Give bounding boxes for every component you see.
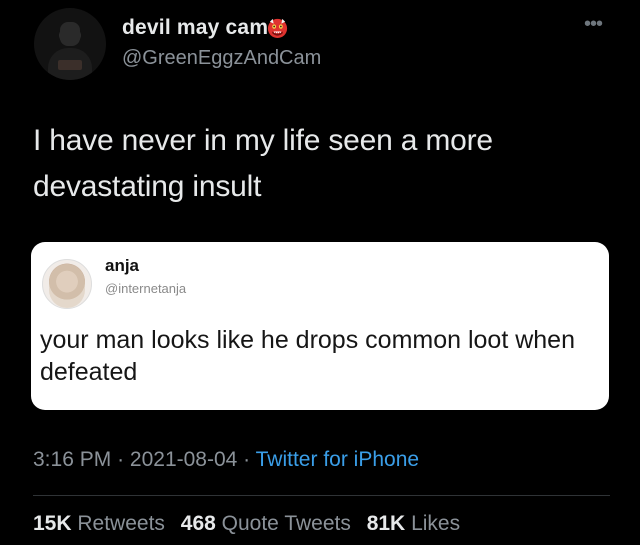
meta-separator: · xyxy=(117,448,125,471)
tweet: devil may cam @GreenEggzAndCam ••• I hav… xyxy=(0,0,640,545)
tweet-time: 3:16 PM xyxy=(33,448,112,471)
avatar-face xyxy=(60,22,80,46)
quoted-avatar-hair xyxy=(49,264,85,308)
quote-tweets-label: Quote Tweets xyxy=(221,512,351,535)
author-handle[interactable]: @GreenEggzAndCam xyxy=(122,47,321,70)
likes-label: Likes xyxy=(411,512,461,535)
quoted-tweet-text: your man looks like he drops common loot… xyxy=(40,326,575,386)
avatar-hoodie-print xyxy=(58,60,82,70)
red-ogre-emoji-icon xyxy=(267,18,288,39)
author-display-name[interactable]: devil may cam xyxy=(122,16,268,40)
retweets-count: 15K xyxy=(33,512,72,535)
source-app-link[interactable]: Twitter for iPhone xyxy=(256,448,419,471)
retweets-stat[interactable]: 15K Retweets xyxy=(33,512,165,535)
divider xyxy=(33,495,610,496)
quote-tweets-count: 468 xyxy=(180,512,216,535)
quote-tweets-stat[interactable]: 468 Quote Tweets xyxy=(181,512,351,535)
quoted-author-avatar xyxy=(42,259,92,309)
ellipsis-icon[interactable]: ••• xyxy=(584,14,603,34)
retweets-label: Retweets xyxy=(77,512,165,535)
quoted-tweet-card[interactable]: anja @internetanja your man looks like h… xyxy=(31,242,609,410)
tweet-date: 2021-08-04 xyxy=(129,448,238,471)
tweet-meta: 3:16 PM · 2021-08-04 · Twitter for iPhon… xyxy=(33,448,419,472)
engagement-stats: 15K Retweets 468 Quote Tweets 81K Likes xyxy=(33,512,470,536)
quoted-author-name: anja xyxy=(105,256,140,275)
author-avatar[interactable] xyxy=(34,8,106,80)
meta-separator: · xyxy=(243,448,251,471)
tweet-text: I have never in my life seen a more deva… xyxy=(33,124,493,203)
likes-count: 81K xyxy=(366,512,406,535)
quoted-author-handle: @internetanja xyxy=(105,281,187,296)
likes-stat[interactable]: 81K Likes xyxy=(367,512,460,535)
